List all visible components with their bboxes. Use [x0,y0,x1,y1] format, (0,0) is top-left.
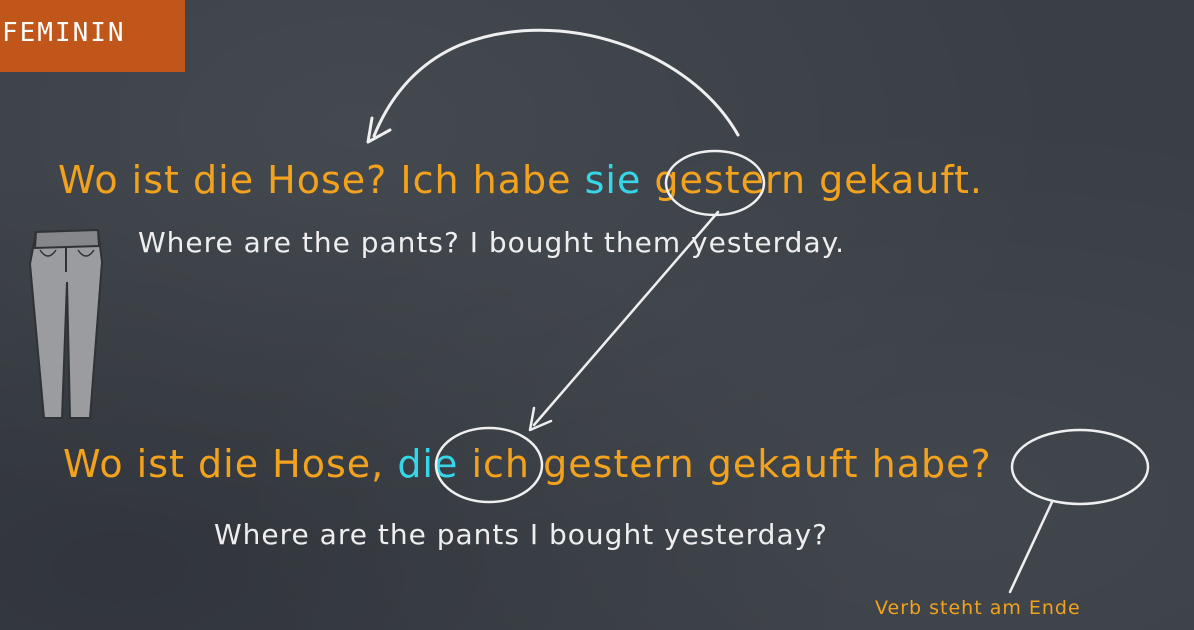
chalk-annotations [28,28,1150,594]
pants-icon [28,228,104,419]
straight-arrow-icon [528,210,720,432]
circle-habe [1010,428,1150,506]
circle-sie [664,149,766,217]
note-pointer-line [1008,500,1054,594]
curved-arrow-icon [366,28,740,144]
circle-die [434,426,544,504]
